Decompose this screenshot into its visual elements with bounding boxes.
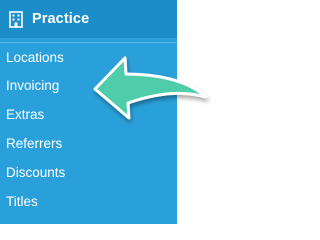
sidebar-item-label: Invoicing bbox=[6, 78, 60, 93]
sidebar-item-label: Discounts bbox=[6, 165, 66, 180]
sidebar-header[interactable]: Practice bbox=[0, 0, 177, 38]
sidebar-item-extras[interactable]: Extras bbox=[0, 100, 177, 129]
practice-sidebar: Practice Locations Invoicing Extras Refe… bbox=[0, 0, 177, 224]
sidebar-title: Practice bbox=[32, 11, 90, 27]
building-icon bbox=[8, 10, 24, 28]
screenshot-frame: Practice Locations Invoicing Extras Refe… bbox=[0, 0, 216, 224]
sidebar-item-discounts[interactable]: Discounts bbox=[0, 158, 177, 187]
sidebar-item-locations[interactable]: Locations bbox=[0, 42, 177, 71]
sidebar-item-label: Referrers bbox=[6, 136, 63, 151]
sidebar-item-titles[interactable]: Titles bbox=[0, 187, 177, 216]
sidebar-item-label: Titles bbox=[6, 194, 38, 209]
sidebar-item-label: Extras bbox=[6, 107, 45, 122]
sidebar-item-referrers[interactable]: Referrers bbox=[0, 129, 177, 158]
sidebar-item-label: Locations bbox=[6, 49, 64, 65]
sidebar-item-invoicing[interactable]: Invoicing bbox=[0, 71, 177, 100]
content-edge bbox=[177, 0, 216, 224]
